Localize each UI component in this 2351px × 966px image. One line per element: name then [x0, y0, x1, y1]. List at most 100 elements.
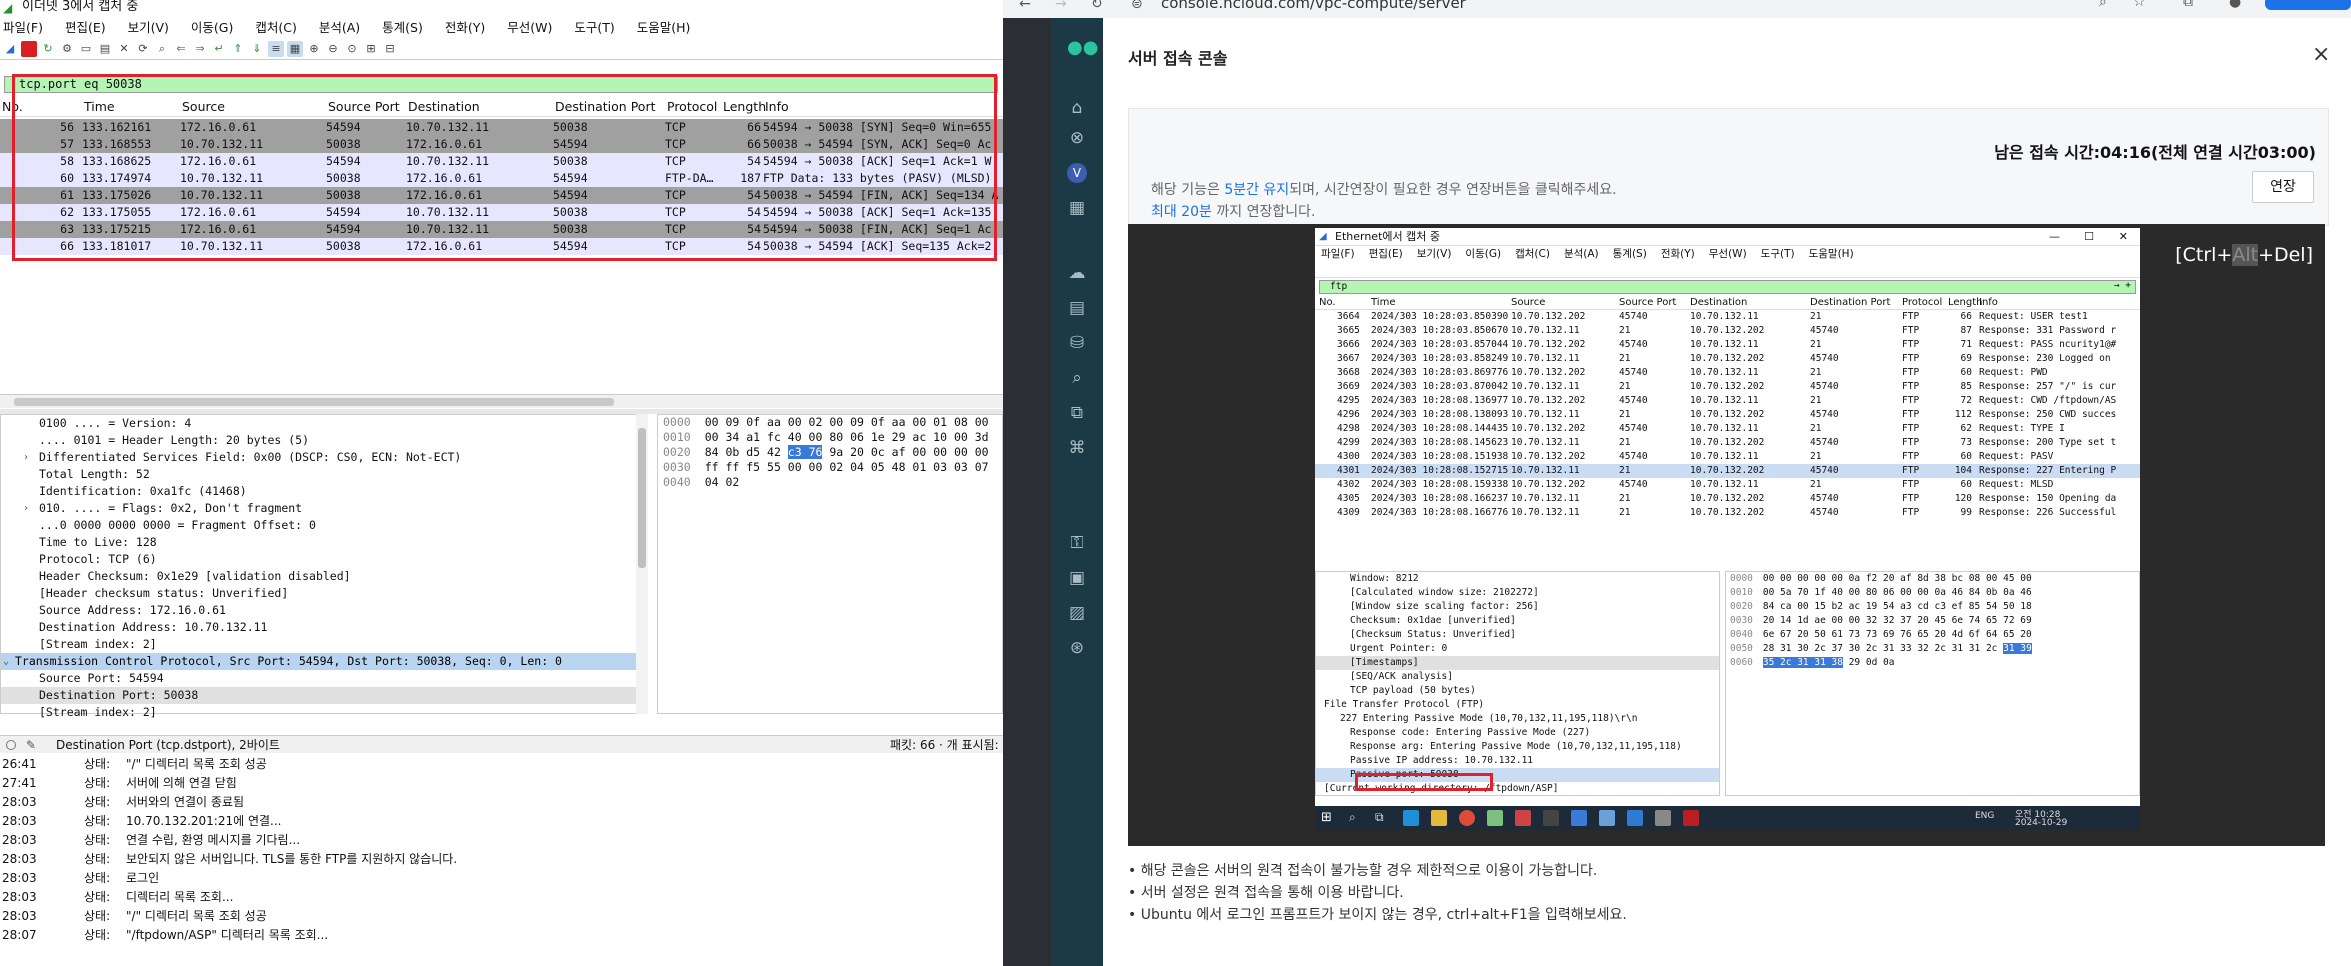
column-header[interactable]: Source	[182, 97, 225, 117]
resize-columns-icon[interactable]: ⊞	[363, 41, 379, 57]
detail-line[interactable]: Header Checksum: 0x1e29 [validation disa…	[1, 568, 647, 585]
remote-detail-line[interactable]: [Current working directory: /ftpdown/ASP…	[1316, 782, 1719, 796]
details-vscrollbar[interactable]	[636, 414, 648, 714]
cmd-icon[interactable]	[1543, 810, 1559, 826]
reload-icon[interactable]: ↻	[1091, 0, 1103, 12]
hex-line[interactable]: 0000 00 09 0f aa 00 02 00 09 0f aa 00 01 …	[658, 415, 1002, 430]
stop-capture-icon[interactable]	[21, 40, 37, 57]
remote-column-header[interactable]: Time	[1371, 296, 1395, 310]
windows-start-icon[interactable]: ⊞	[1321, 810, 1337, 826]
expand-arrow-icon[interactable]: ›	[23, 449, 29, 466]
column-header[interactable]: Protocol	[667, 97, 717, 117]
remote-detail-line[interactable]: 227 Entering Passive Mode (10,70,132,11,…	[1316, 712, 1719, 726]
zoom-icon[interactable]: ⌕	[2099, 0, 2107, 10]
remote-hex-line[interactable]: 0040 6e 67 20 50 61 73 73 69 76 65 20 4d …	[1726, 628, 2139, 642]
app-icon[interactable]	[1487, 810, 1503, 826]
remote-packet-row[interactable]: 4298 2024/303 10:28:08.144435 10.70.132.20…	[1315, 422, 2140, 436]
hex-line[interactable]: 0010 00 34 a1 fc 40 00 80 06 1e 29 ac 10 …	[658, 430, 1002, 445]
copy-icon[interactable]: ⧉	[1067, 403, 1087, 423]
remote-packet-row[interactable]: 4296 2024/303 10:28:08.138093 10.70.132.11…	[1315, 408, 2140, 422]
remote-detail-line[interactable]: [Timestamps]	[1316, 656, 1719, 670]
remote-packet-row[interactable]: 3669 2024/303 10:28:03.870042 10.70.132.11…	[1315, 380, 2140, 394]
explorer-icon[interactable]	[1431, 810, 1447, 826]
search-icon[interactable]: ⌕	[1349, 810, 1365, 826]
app2-icon[interactable]	[1515, 810, 1531, 826]
packet-row[interactable]: 56 133.162161 172.16.0.61 54594 10.70.132.11…	[0, 119, 1003, 136]
remote-menu-item[interactable]: 보기(V)	[1417, 246, 1452, 262]
save-file-icon[interactable]: ▤	[97, 41, 113, 57]
remote-packet-row[interactable]: 3668 2024/303 10:28:03.869776 10.70.132.20…	[1315, 366, 2140, 380]
column-header[interactable]: Time	[84, 97, 115, 117]
remote-detail-line[interactable]: Passive IP address: 10.70.132.11	[1316, 754, 1719, 768]
expand-arrow-icon[interactable]: ⌄	[3, 653, 9, 670]
filezilla-icon[interactable]	[1683, 810, 1699, 826]
zoom-normal-icon[interactable]: ⊙	[344, 41, 360, 57]
remote-hex-line[interactable]: 0020 84 ca 00 15 b2 ac 19 54 a3 cd c3 ef …	[1726, 600, 2139, 614]
restart-capture-icon[interactable]: ↻	[40, 41, 56, 57]
detail-line[interactable]: Destination Address: 10.70.132.11	[1, 619, 647, 636]
extensions-icon[interactable]: ⧉	[2183, 0, 2193, 10]
remote-packet-row[interactable]: 3666 2024/303 10:28:03.857044 10.70.132.20…	[1315, 338, 2140, 352]
remote-hex-line[interactable]: 0010 00 5a 70 1f 40 00 80 06 00 00 0a 46 …	[1726, 586, 2139, 600]
remote-console-screen[interactable]: [Ctrl+Alt+Del] ◢ Ethernet에서 캡처 중 — ☐ ✕ 파…	[1128, 224, 2325, 846]
remote-detail-line[interactable]: TCP payload (50 bytes)	[1316, 684, 1719, 698]
monitor-icon[interactable]: ▨	[1067, 603, 1087, 623]
detail-line[interactable]: Time to Live: 128	[1, 534, 647, 551]
menu-item[interactable]: 편집(E)	[65, 18, 106, 38]
wireshark-taskbar-icon[interactable]	[1571, 810, 1587, 826]
layout-icon[interactable]: ⊟	[382, 41, 398, 57]
detail-line[interactable]: Source Port: 54594	[1, 670, 647, 687]
menu-item[interactable]: 분석(A)	[319, 18, 360, 38]
vpc-icon[interactable]: V	[1067, 163, 1087, 183]
grid-icon[interactable]: ▦	[1067, 198, 1087, 218]
remote-hex-line[interactable]: 0000 00 00 00 00 00 0a f2 20 af 8d 38 bc …	[1726, 572, 2139, 586]
capture-options-icon[interactable]: ⚙	[59, 41, 75, 57]
remote-detail-line[interactable]: [SEQ/ACK analysis]	[1316, 670, 1719, 684]
remote-menu-item[interactable]: 무선(W)	[1709, 246, 1747, 262]
remote-detail-line[interactable]: Passive port: 50038	[1316, 768, 1719, 782]
services-icon[interactable]: ⊗	[1067, 128, 1087, 148]
forward-icon[interactable]: →	[1055, 0, 1067, 12]
database-icon[interactable]: ⛁	[1067, 333, 1087, 353]
menu-item[interactable]: 도움말(H)	[637, 18, 691, 38]
settings-icon[interactable]: ⊛	[1067, 638, 1087, 658]
detail-line[interactable]: .... 0101 = Header Length: 20 bytes (5)	[1, 432, 647, 449]
remote-column-header[interactable]: Protocol	[1902, 296, 1942, 310]
detail-line[interactable]: Identification: 0xa1fc (41468)	[1, 483, 647, 500]
last-packet-icon[interactable]: ⇓	[249, 41, 265, 57]
address-bar[interactable]: console.ncloud.com/vpc-compute/server	[1161, 0, 1466, 12]
site-info-icon[interactable]: ⊜	[1131, 0, 1143, 12]
remote-menu-item[interactable]: 통계(S)	[1613, 246, 1647, 262]
cloud-icon[interactable]: ☁	[1067, 263, 1087, 283]
ctrl-alt-del-button[interactable]: [Ctrl+Alt+Del]	[2175, 244, 2313, 266]
window-close-icon[interactable]: ✕	[2119, 228, 2128, 246]
zoom-out-icon[interactable]: ⊖	[325, 41, 341, 57]
column-header[interactable]: No.	[2, 97, 23, 117]
server-icon[interactable]: ▤	[1067, 298, 1087, 318]
detail-line[interactable]: ...0 0000 0000 0000 = Fragment Offset: 0	[1, 517, 647, 534]
filter-arrow-icon[interactable]: → +	[2114, 280, 2131, 292]
settings-taskbar-icon[interactable]	[1655, 810, 1671, 826]
zoom-in-icon[interactable]: ⊕	[306, 41, 322, 57]
remote-packet-row[interactable]: 3667 2024/303 10:28:03.858249 10.70.132.11…	[1315, 352, 2140, 366]
detail-line[interactable]: Total Length: 52	[1, 466, 647, 483]
menu-item[interactable]: 전화(Y)	[445, 18, 485, 38]
hex-line[interactable]: 0030 ff ff f5 55 00 00 02 04 05 48 01 03 …	[658, 460, 1002, 475]
remote-menu-item[interactable]: 도움말(H)	[1809, 246, 1854, 262]
colorize-icon[interactable]: ▦	[287, 40, 303, 57]
app3-icon[interactable]	[1599, 810, 1615, 826]
reload-icon[interactable]: ⟳	[135, 41, 151, 57]
remote-detail-line[interactable]: Response arg: Entering Passive Mode (10,…	[1316, 740, 1719, 754]
menu-item[interactable]: 보기(V)	[128, 18, 169, 38]
menu-item[interactable]: 파일(F)	[3, 18, 43, 38]
autoscroll-icon[interactable]: ≡	[268, 40, 284, 57]
edit-pencil-icon[interactable]: ✎	[26, 736, 36, 754]
search-db-icon[interactable]: ⌕	[1067, 368, 1087, 388]
packet-row[interactable]: 61 133.175026 10.70.132.11 50038 172.16.0.61…	[0, 187, 1003, 204]
first-packet-icon[interactable]: ⇑	[230, 41, 246, 57]
detail-line[interactable]: Protocol: TCP (6)	[1, 551, 647, 568]
remote-packet-row[interactable]: 4299 2024/303 10:28:08.145623 10.70.132.11…	[1315, 436, 2140, 450]
remote-column-header[interactable]: Destination Port	[1810, 296, 1890, 310]
menu-item[interactable]: 도구(T)	[574, 18, 614, 38]
remote-packet-row[interactable]: 4305 2024/303 10:28:08.166237 10.70.132.11…	[1315, 492, 2140, 506]
